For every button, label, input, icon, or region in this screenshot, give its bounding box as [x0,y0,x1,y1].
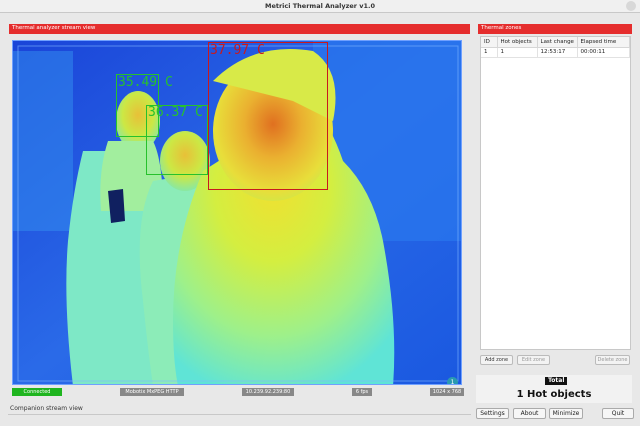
table-row[interactable]: 1 1 12:53:17 00:00:11 [481,47,630,58]
stream-header: Thermal analyzer stream view [9,24,470,34]
zone-temp-label: 37.97 C [210,43,265,58]
zones-table: ID Hot objects Last change Elapsed time … [480,36,631,350]
thermal-stream-view[interactable]: 37.97 C 35.49 C 36.37 C 1 [12,40,462,385]
column-header[interactable]: Last change [537,37,578,48]
settings-button[interactable]: Settings [476,408,509,419]
zone-temp-label: 36.37 C [148,105,203,120]
column-header[interactable]: Hot objects [497,37,538,48]
window-title: Metrici Thermal Analyzer v1.0 [264,2,375,10]
stream-statusbar: Connected Mobotix MxPEG HTTP 10.239.92.2… [12,388,464,396]
zones-header: Thermal zones [478,24,632,34]
last-change-cell: 12:53:17 [537,47,578,58]
zone-temp-label: 35.49 C [118,75,173,90]
zone-id-cell: 1 [481,47,498,58]
minimize-button[interactable]: Minimize [549,408,583,419]
elapsed-time-cell: 00:00:11 [577,47,630,58]
zone-count-badge: 1 [447,377,458,384]
zone-box-red[interactable] [208,42,328,190]
ip-address-label: 10.239.92.239:80 [242,388,294,396]
column-header[interactable]: Elapsed time [577,37,630,48]
total-value: 1 Hot objects [516,389,592,400]
window-close-icon[interactable] [626,1,636,11]
add-zone-button[interactable]: Add zone [480,355,513,365]
resolution-label: 1024 x 768 [430,388,464,396]
delete-zone-button[interactable]: Delete zone [595,355,630,365]
window-titlebar: Metrici Thermal Analyzer v1.0 [0,0,640,13]
total-summary: Total 1 Hot objects [476,375,632,403]
connection-status-badge: Connected [12,388,62,396]
companion-stream-label: Companion stream view [10,405,83,412]
column-header[interactable]: ID [481,37,498,48]
edit-zone-button[interactable]: Edit zone [517,355,550,365]
fps-label: 6 fps [352,388,372,396]
protocol-label: Mobotix MxPEG HTTP [120,388,184,396]
hot-objects-cell: 1 [497,47,538,58]
quit-button[interactable]: Quit [602,408,634,419]
divider [8,414,471,415]
total-label: Total [545,377,568,385]
about-button[interactable]: About [513,408,546,419]
